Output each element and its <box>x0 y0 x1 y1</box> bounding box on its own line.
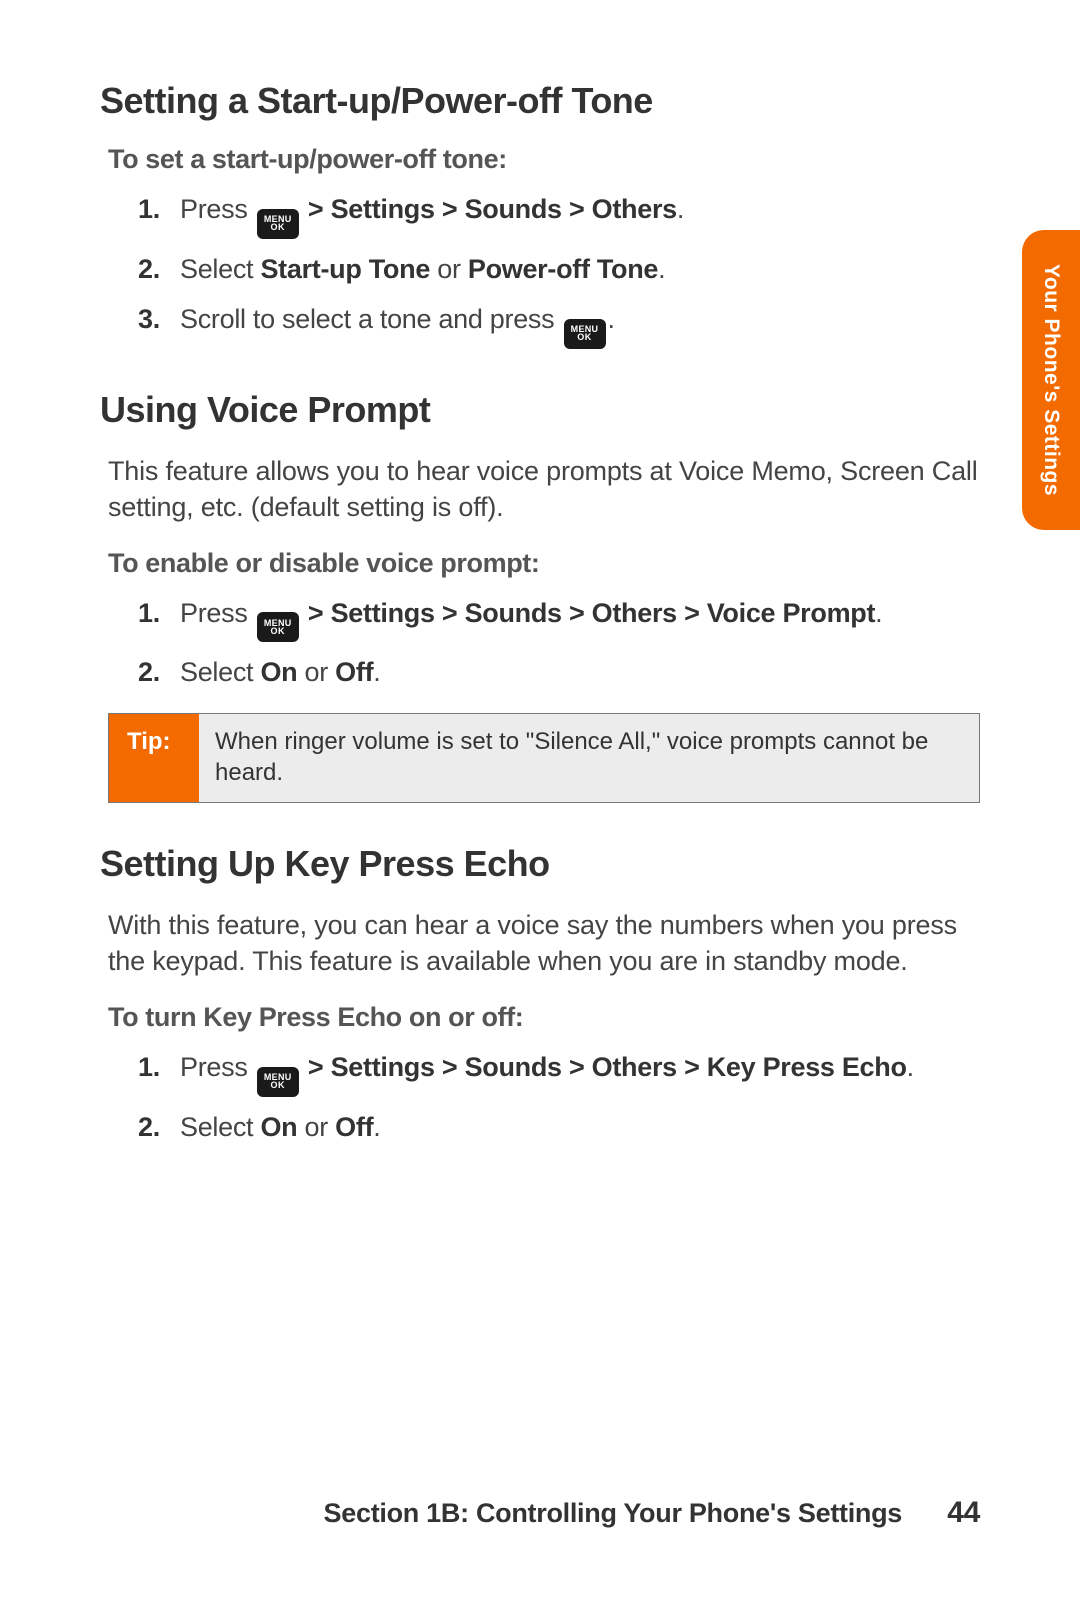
step-text: Scroll to select a tone and press <box>180 304 562 334</box>
subhead-key-press-echo: To turn Key Press Echo on or off: <box>108 1002 980 1033</box>
tip-label: Tip: <box>109 714 199 802</box>
step-number: 2. <box>138 249 160 290</box>
side-tab-label: Your Phone's Settings <box>1039 264 1063 496</box>
step-text: or <box>297 1112 335 1142</box>
step-text: or <box>430 254 468 284</box>
step-bold: Off <box>335 1112 373 1142</box>
steps-startup-tone: 1. Press MENUOK > Settings > Sounds > Ot… <box>108 189 980 349</box>
step-path: > Settings > Sounds > Others > Key Press… <box>301 1052 907 1082</box>
step-bold: Start-up Tone <box>260 254 430 284</box>
intro-key-press-echo: With this feature, you can hear a voice … <box>108 907 980 980</box>
step-item: 2. Select On or Off. <box>108 652 980 693</box>
heading-key-press-echo: Setting Up Key Press Echo <box>100 843 980 885</box>
menu-ok-key-icon: MENUOK <box>257 1067 299 1097</box>
step-bold: On <box>260 1112 297 1142</box>
step-item: 2. Select On or Off. <box>108 1107 980 1148</box>
tip-body: When ringer volume is set to "Silence Al… <box>199 714 979 802</box>
footer-page-number: 44 <box>947 1496 980 1529</box>
step-number: 2. <box>138 652 160 693</box>
step-text: Press <box>180 1052 255 1082</box>
step-text: Select <box>180 657 260 687</box>
step-item: 2. Select Start-up Tone or Power-off Ton… <box>108 249 980 290</box>
step-path: > Settings > Sounds > Others > Voice Pro… <box>301 598 875 628</box>
step-number: 1. <box>138 593 160 634</box>
menu-ok-key-icon: MENUOK <box>257 209 299 239</box>
step-number: 1. <box>138 1047 160 1088</box>
step-bold: Off <box>335 657 373 687</box>
heading-voice-prompt: Using Voice Prompt <box>100 389 980 431</box>
step-item: 1. Press MENUOK > Settings > Sounds > Ot… <box>108 1047 980 1097</box>
step-item: 1. Press MENUOK > Settings > Sounds > Ot… <box>108 189 980 239</box>
step-text: Press <box>180 194 255 224</box>
step-number: 1. <box>138 189 160 230</box>
subhead-voice-prompt: To enable or disable voice prompt: <box>108 548 980 579</box>
step-number: 3. <box>138 299 160 340</box>
step-text: or <box>297 657 335 687</box>
heading-startup-tone: Setting a Start-up/Power-off Tone <box>100 80 980 122</box>
steps-voice-prompt: 1. Press MENUOK > Settings > Sounds > Ot… <box>108 593 980 693</box>
footer-section: Section 1B: Controlling Your Phone's Set… <box>324 1498 902 1528</box>
subhead-startup-tone: To set a start-up/power-off tone: <box>108 144 980 175</box>
side-tab: Your Phone's Settings <box>1022 230 1080 530</box>
menu-ok-key-icon: MENUOK <box>257 612 299 642</box>
step-item: 3. Scroll to select a tone and press MEN… <box>108 299 980 349</box>
menu-ok-key-icon: MENUOK <box>564 319 606 349</box>
step-bold: Power-off Tone <box>468 254 658 284</box>
step-bold: On <box>260 657 297 687</box>
tip-box: Tip: When ringer volume is set to "Silen… <box>108 713 980 803</box>
intro-voice-prompt: This feature allows you to hear voice pr… <box>108 453 980 526</box>
step-text: Press <box>180 598 255 628</box>
step-text: Select <box>180 254 260 284</box>
steps-key-press-echo: 1. Press MENUOK > Settings > Sounds > Ot… <box>108 1047 980 1147</box>
step-path: > Settings > Sounds > Others <box>301 194 677 224</box>
page-footer: Section 1B: Controlling Your Phone's Set… <box>324 1496 980 1530</box>
page-content: Setting a Start-up/Power-off Tone To set… <box>0 0 1080 1147</box>
step-text: Select <box>180 1112 260 1142</box>
step-item: 1. Press MENUOK > Settings > Sounds > Ot… <box>108 593 980 643</box>
step-number: 2. <box>138 1107 160 1148</box>
